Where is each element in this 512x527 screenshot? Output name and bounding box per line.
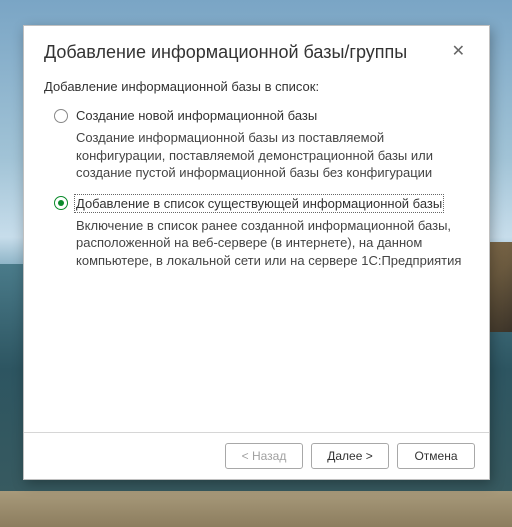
cancel-button[interactable]: Отмена <box>397 443 475 469</box>
option-create-new[interactable]: Создание новой информационной базы <box>44 104 469 127</box>
dialog-header: Добавление информационной базы/группы ✕ <box>24 26 489 75</box>
prompt-label: Добавление информационной базы в список: <box>44 79 469 94</box>
option-add-existing-description: Включение в список ранее созданной инфор… <box>44 215 469 280</box>
option-add-existing-label[interactable]: Добавление в список существующей информа… <box>76 196 442 211</box>
option-create-new-description: Создание информационной базы из поставля… <box>44 127 469 192</box>
radio-icon[interactable] <box>54 196 68 210</box>
back-button: < Назад <box>225 443 303 469</box>
next-button[interactable]: Далее > <box>311 443 389 469</box>
dialog-footer: < Назад Далее > Отмена <box>24 432 489 479</box>
dialog-title: Добавление информационной базы/группы <box>44 42 407 63</box>
dialog-body: Добавление информационной базы в список:… <box>24 75 489 432</box>
option-add-existing[interactable]: Добавление в список существующей информа… <box>44 192 469 215</box>
desktop-background-beach <box>0 491 512 527</box>
add-infobase-dialog: Добавление информационной базы/группы ✕ … <box>23 25 490 480</box>
radio-icon[interactable] <box>54 109 68 123</box>
close-icon[interactable]: ✕ <box>448 42 469 62</box>
option-create-new-label[interactable]: Создание новой информационной базы <box>76 108 317 123</box>
